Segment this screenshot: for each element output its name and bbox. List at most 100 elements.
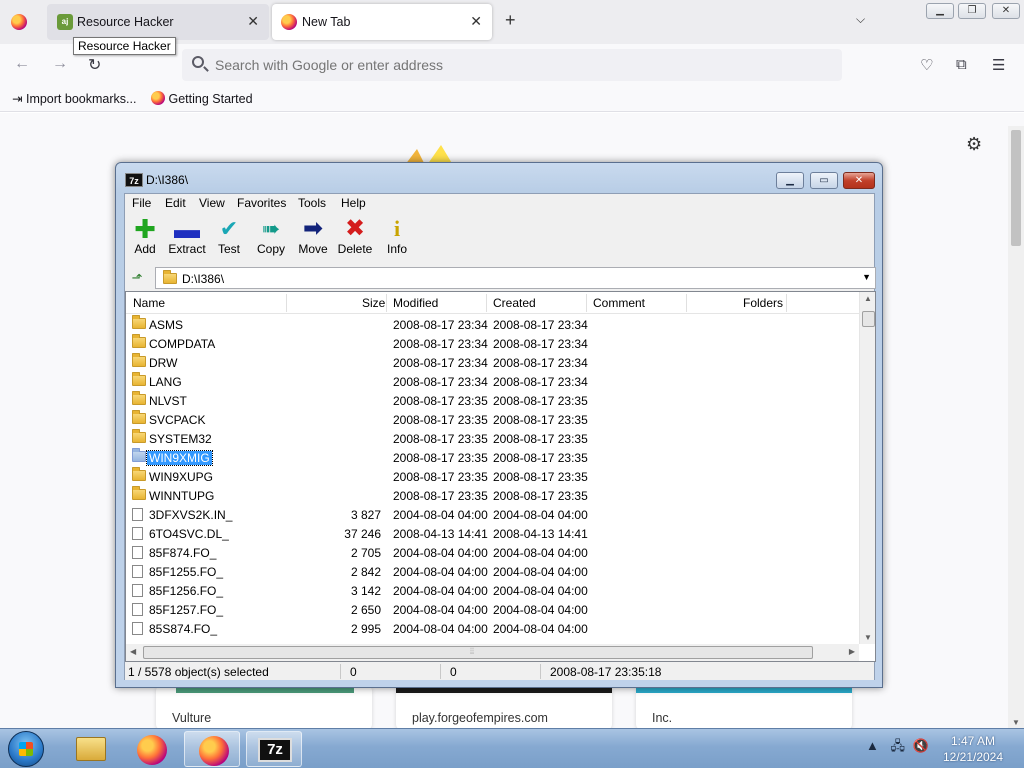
bookmark-getting-started[interactable]: Getting Started xyxy=(151,91,253,106)
menu-tools[interactable]: Tools xyxy=(298,196,326,210)
list-row-selected[interactable]: WIN9XMIG 2008-08-17 23:35 2008-08-17 23:… xyxy=(126,448,859,467)
scroll-left-arrow-icon[interactable]: ◀ xyxy=(130,647,136,656)
back-arrow-icon[interactable]: ← xyxy=(14,55,30,73)
close-window-button[interactable]: ✕ xyxy=(992,3,1020,19)
list-row[interactable]: 3DFXVS2K.IN_ 3 827 2004-08-04 04:00 2004… xyxy=(126,505,859,524)
scroll-right-arrow-icon[interactable]: ▶ xyxy=(849,647,855,656)
scrollbar-thumb[interactable] xyxy=(143,646,813,659)
list-row[interactable]: ASMS 2008-08-17 23:34 2008-08-17 23:34 xyxy=(126,315,859,334)
tab-close-icon[interactable]: ✕ xyxy=(247,13,259,30)
column-divider[interactable] xyxy=(286,294,287,312)
taskbar-7zip[interactable]: 7z xyxy=(246,731,302,767)
menu-edit[interactable]: Edit xyxy=(165,196,186,210)
list-row[interactable]: 85F874.FO_ 2 705 2004-08-04 04:00 2004-0… xyxy=(126,543,859,562)
column-modified[interactable]: Modified xyxy=(393,296,438,310)
column-divider[interactable] xyxy=(386,294,387,312)
tab-resource-hacker[interactable]: aj Resource Hacker ✕ xyxy=(47,4,269,40)
list-row[interactable]: SVCPACK 2008-08-17 23:35 2008-08-17 23:3… xyxy=(126,410,859,429)
forward-arrow-icon[interactable]: → xyxy=(52,55,68,73)
show-hidden-icons-icon[interactable]: ▲ xyxy=(866,738,879,753)
column-divider[interactable] xyxy=(586,294,587,312)
column-divider[interactable] xyxy=(486,294,487,312)
tab-close-icon[interactable]: ✕ xyxy=(470,13,482,30)
taskbar-firefox[interactable] xyxy=(123,731,179,767)
folder-up-icon[interactable]: ⬏ xyxy=(127,269,147,287)
menu-help[interactable]: Help xyxy=(341,196,366,210)
new-tab-plus-icon[interactable]: + xyxy=(505,10,516,31)
start-button[interactable] xyxy=(8,731,44,767)
list-row[interactable]: DRW 2008-08-17 23:34 2008-08-17 23:34 xyxy=(126,353,859,372)
delete-button[interactable]: ✖ Delete xyxy=(335,216,375,264)
minimize-button[interactable]: ▁ xyxy=(776,172,804,189)
list-row[interactable]: NLVST 2008-08-17 23:35 2008-08-17 23:35 xyxy=(126,391,859,410)
tab-new-tab[interactable]: New Tab ✕ xyxy=(272,4,492,40)
list-row[interactable]: WIN9XUPG 2008-08-17 23:35 2008-08-17 23:… xyxy=(126,467,859,486)
firefox-view-icon[interactable] xyxy=(11,14,27,30)
extract-button[interactable]: ▬ Extract xyxy=(167,216,207,264)
url-bar[interactable] xyxy=(182,49,842,81)
column-folders[interactable]: Folders xyxy=(743,296,783,310)
test-button[interactable]: ✔ Test xyxy=(209,216,249,264)
menu-file[interactable]: File xyxy=(132,196,151,210)
minimize-button[interactable]: ▁ xyxy=(926,3,954,19)
path-combobox[interactable]: D:\I386\ ▼ xyxy=(155,267,876,289)
volume-muted-icon[interactable]: 🔇 xyxy=(913,738,929,753)
scrollbar-thumb[interactable] xyxy=(1011,130,1021,246)
7zip-window[interactable]: 7z D:\I386\ ▁ ▭ ✕ File Edit View Favorit… xyxy=(115,162,883,688)
page-scrollbar[interactable]: ▼ xyxy=(1008,126,1024,730)
list-row[interactable]: LANG 2008-08-17 23:34 2008-08-17 23:34 xyxy=(126,372,859,391)
shortcut-tile[interactable]: play.forgeofempires.com xyxy=(396,685,612,730)
restore-button[interactable]: ❐ xyxy=(958,3,986,19)
list-row[interactable]: WINNTUPG 2008-08-17 23:35 2008-08-17 23:… xyxy=(126,486,859,505)
window-titlebar[interactable]: 7z D:\I386\ ▁ ▭ ✕ xyxy=(116,163,882,193)
system-clock[interactable]: 1:47 AM 12/21/2024 xyxy=(940,733,1006,765)
cell-created: 2004-08-04 04:00 xyxy=(493,584,588,598)
list-row[interactable]: 85S874.FO_ 2 995 2004-08-04 04:00 2004-0… xyxy=(126,619,859,638)
cell-name: WIN9XMIG xyxy=(146,450,213,466)
system-tray[interactable]: ▲ 🖧 🔇 xyxy=(866,737,929,759)
list-row[interactable]: 6TO4SVC.DL_ 37 246 2008-04-13 14:41 2008… xyxy=(126,524,859,543)
add-button[interactable]: ✚ Add xyxy=(125,216,165,264)
column-divider[interactable] xyxy=(786,294,787,312)
taskbar-firefox-active[interactable] xyxy=(184,731,240,767)
menu-hamburger-icon[interactable]: ☰ xyxy=(992,56,1005,74)
copy-button[interactable]: ➠ Copy xyxy=(251,216,291,264)
tab-list-chevron-icon[interactable]: ⌵ xyxy=(856,12,865,27)
list-row[interactable]: 85F1255.FO_ 2 842 2004-08-04 04:00 2004-… xyxy=(126,562,859,581)
shortcut-tile[interactable]: Inc. xyxy=(636,685,852,730)
url-input[interactable] xyxy=(215,57,815,73)
file-list[interactable]: Name Size Modified Created Comment Folde… xyxy=(125,291,876,662)
bookmark-import[interactable]: ⇥ Import bookmarks... xyxy=(12,91,136,106)
menu-favorites[interactable]: Favorites xyxy=(237,196,286,210)
column-size[interactable]: Size xyxy=(362,296,385,310)
scroll-up-arrow-icon[interactable]: ▲ xyxy=(864,294,872,303)
scroll-down-arrow-icon[interactable]: ▼ xyxy=(864,633,872,642)
folder-icon xyxy=(132,334,146,348)
list-row[interactable]: 85F1256.FO_ 3 142 2004-08-04 04:00 2004-… xyxy=(126,581,859,600)
list-row[interactable]: SYSTEM32 2008-08-17 23:35 2008-08-17 23:… xyxy=(126,429,859,448)
list-row[interactable]: 85F1257.FO_ 2 650 2004-08-04 04:00 2004-… xyxy=(126,600,859,619)
network-icon[interactable]: 🖧 xyxy=(891,738,906,753)
maximize-button[interactable]: ▭ xyxy=(810,172,838,189)
column-created[interactable]: Created xyxy=(493,296,536,310)
list-row[interactable]: COMPDATA 2008-08-17 23:34 2008-08-17 23:… xyxy=(126,334,859,353)
dropdown-arrow-icon[interactable]: ▼ xyxy=(862,272,871,282)
column-divider[interactable] xyxy=(686,294,687,312)
scrollbar-thumb[interactable] xyxy=(862,311,875,327)
reload-icon[interactable]: ↻ xyxy=(88,55,101,75)
extensions-icon[interactable]: ⧉ xyxy=(956,56,967,73)
shortcut-tile[interactable]: Vulture xyxy=(156,685,372,730)
move-button[interactable]: ➡ Move xyxy=(293,216,333,264)
vertical-scrollbar[interactable]: ▲ ▼ xyxy=(859,292,875,644)
horizontal-scrollbar[interactable]: ◀ ⦙⦙ ▶ xyxy=(126,644,859,661)
info-button[interactable]: i Info xyxy=(377,216,417,264)
scroll-down-arrow-icon[interactable]: ▼ xyxy=(1012,718,1020,727)
taskbar-explorer[interactable] xyxy=(62,731,118,767)
settings-gear-icon[interactable]: ⚙ xyxy=(966,134,982,155)
column-comment[interactable]: Comment xyxy=(593,296,645,310)
menu-view[interactable]: View xyxy=(199,196,225,210)
column-name[interactable]: Name xyxy=(133,296,165,310)
close-button[interactable]: ✕ xyxy=(843,172,875,189)
status-divider xyxy=(540,664,541,679)
pocket-icon[interactable]: ♡ xyxy=(920,56,933,74)
